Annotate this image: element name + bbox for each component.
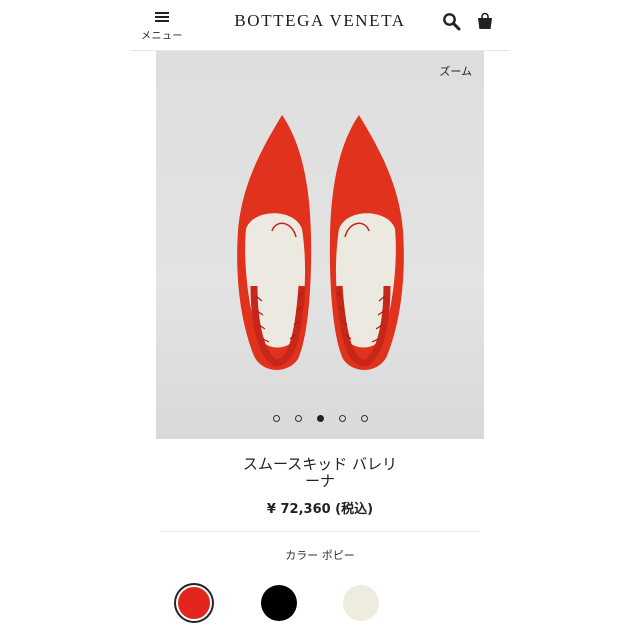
menu-label: メニュー — [141, 31, 183, 42]
search-icon — [443, 13, 461, 31]
color-label: カラー ポピー — [285, 549, 355, 562]
carousel-dot[interactable] — [272, 415, 280, 422]
product-name-line-2: ーナ — [304, 472, 335, 490]
carousel-dot[interactable] — [360, 415, 368, 422]
shoe-left-image — [237, 115, 312, 370]
shopping-bag-button[interactable] — [476, 12, 494, 32]
brand-logo[interactable]: BOTTEGA VENETA — [225, 11, 415, 31]
product-image[interactable]: ズーム — [156, 51, 484, 439]
color-swatch-poppy[interactable] — [176, 585, 212, 621]
color-swatch-cream[interactable] — [343, 585, 379, 621]
divider — [160, 531, 480, 532]
site-header: メニュー BOTTEGA VENETA — [130, 0, 510, 51]
product-price: ¥ 72,360 (税込) — [266, 502, 374, 517]
zoom-button[interactable]: ズーム — [439, 63, 472, 79]
menu-button[interactable]: メニュー — [140, 10, 184, 42]
product-name-line-1: スムースキッド バレリ — [242, 455, 398, 473]
shopping-bag-icon — [478, 12, 492, 29]
color-swatch-black[interactable] — [261, 585, 297, 621]
shoe-right-image — [329, 115, 404, 370]
product-name: スムースキッド バレリ ーナ — [230, 456, 410, 490]
menu-icon — [155, 12, 169, 22]
carousel-dot[interactable] — [294, 415, 302, 422]
search-button[interactable] — [442, 12, 462, 32]
carousel-indicators — [156, 415, 484, 422]
carousel-dot[interactable] — [338, 415, 346, 422]
carousel-dot-active[interactable] — [316, 415, 324, 422]
